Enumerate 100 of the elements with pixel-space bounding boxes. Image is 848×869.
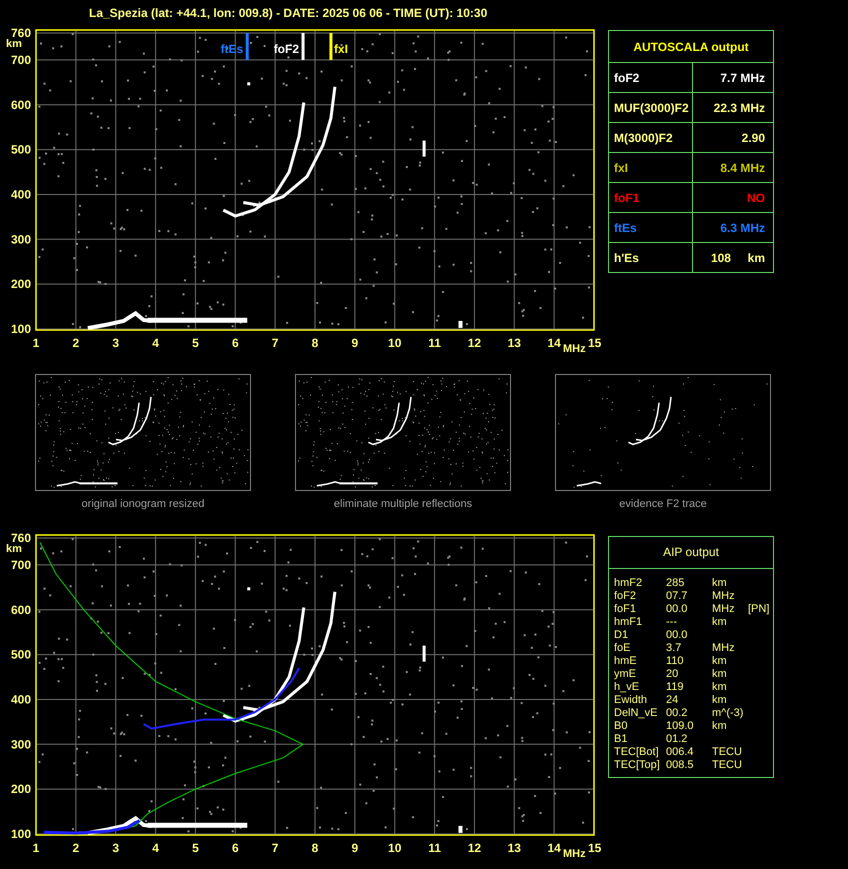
parameter-unit: MHz	[712, 590, 736, 602]
parameter-value: 110	[666, 654, 685, 668]
parameter-unit: MHz	[712, 642, 736, 654]
parameter-name: B0	[614, 720, 628, 732]
parameter-value: 3.7	[666, 642, 682, 654]
parameter-name: foF2	[614, 70, 640, 86]
axis-label: 760	[10, 26, 31, 40]
parameter-value: 6.3 MHz	[720, 220, 765, 236]
parameter-unit: TECU	[712, 746, 743, 758]
parameter-value: 01.2	[666, 732, 688, 746]
parameter-name: TEC[Top]	[614, 758, 661, 772]
table-title: AUTOSCALA output	[633, 38, 749, 56]
axis-label: 11	[428, 336, 441, 350]
parameter-unit: km	[712, 668, 728, 680]
axis-label: 300	[10, 232, 31, 246]
axis-label: 700	[10, 52, 31, 67]
parameter-value: 2.90	[742, 130, 765, 146]
axis-label: 12	[468, 840, 482, 854]
parameter-value: 00.0	[666, 628, 688, 642]
parameter-unit: TECU	[712, 758, 743, 772]
axis-label: 100	[10, 322, 31, 336]
parameter-name: ftEs	[614, 220, 637, 236]
thumbnail-caption: original ionogram resized	[82, 497, 204, 512]
parameter-unit: km	[712, 616, 728, 628]
axis-label: 100	[10, 826, 31, 840]
axis-label: 11	[428, 840, 441, 854]
parameter-value: 24	[666, 694, 680, 706]
parameter-name: hmE	[614, 654, 638, 668]
marker-label: ftEs	[220, 42, 244, 56]
axis-label: 12	[468, 336, 482, 350]
parameter-unit: MHz	[712, 602, 736, 616]
parameter-value: 109.0	[666, 720, 695, 732]
axis-label: 2	[72, 336, 80, 350]
axis-label: 300	[10, 736, 31, 751]
parameter-value: 006.4	[666, 746, 695, 758]
parameter-value: 119	[666, 680, 685, 694]
axis-label: 200	[10, 782, 31, 796]
parameter-value: 00.0	[666, 602, 688, 616]
parameter-value: 7.7 MHz	[720, 70, 765, 86]
parameter-note: [PN]	[748, 602, 770, 616]
axis-label: 5	[192, 840, 199, 854]
axis-label: 4	[152, 840, 159, 854]
parameter-name: D1	[614, 628, 630, 642]
parameter-name: DelN_vE	[614, 706, 658, 720]
parameter-value: 008.5	[666, 758, 695, 772]
axis-label: 2	[72, 840, 80, 854]
parameter-value: 00.2	[666, 706, 688, 720]
parameter-name: fxI	[614, 160, 628, 176]
axis-label: 10	[388, 840, 402, 854]
axis-label: 400	[10, 187, 31, 202]
axis-label: 600	[10, 602, 31, 616]
axis-label: 400	[10, 692, 31, 706]
parameter-name: Ewidth	[614, 694, 648, 706]
parameter-unit: km	[712, 654, 728, 668]
parameter-name: hmF2	[614, 576, 644, 590]
parameter-name: ymE	[614, 668, 637, 680]
parameter-unit: m^(-3)	[712, 706, 744, 720]
axis-label: 700	[10, 557, 31, 572]
axis-label: 3	[112, 336, 120, 350]
axis-label: 8	[312, 336, 318, 350]
axis-label: 13	[508, 336, 521, 350]
axis-label: 13	[508, 840, 521, 854]
axis-label: 1	[32, 840, 40, 854]
axis-unit: km	[6, 38, 22, 50]
parameter-name: h'Es	[614, 250, 639, 266]
axis-label: 7	[272, 336, 278, 350]
axis-label: 10	[388, 336, 402, 350]
thumbnail-caption: eliminate multiple reflections	[334, 497, 472, 512]
parameter-value: 07.7	[666, 590, 688, 602]
axis-label: 14	[547, 336, 561, 350]
parameter-value: 285	[666, 576, 686, 590]
axis-label: 6	[232, 840, 239, 854]
parameter-name: h_vE	[614, 680, 640, 694]
parameter-name: hmF1	[614, 616, 644, 628]
parameter-unit: km	[712, 720, 728, 732]
panel-title: AIP output	[663, 544, 719, 561]
parameter-name: M(3000)F2	[614, 130, 673, 146]
parameter-name: TEC[Bot]	[614, 746, 660, 758]
parameter-name: foF2	[614, 590, 638, 602]
parameter-value: 22.3 MHz	[714, 100, 765, 116]
axis-label: 600	[10, 98, 31, 112]
parameter-value: 8.4 MHz	[720, 160, 765, 176]
axis-label: 9	[352, 336, 358, 350]
axis-label: 4	[152, 336, 159, 350]
axis-label: 5	[192, 336, 199, 350]
axis-label: 3	[112, 840, 120, 854]
axis-label: 14	[547, 840, 561, 854]
parameter-value: NO	[747, 190, 765, 206]
axis-label: 500	[10, 142, 31, 157]
axis-label: 1	[32, 336, 40, 350]
parameter-value: 20	[666, 668, 680, 680]
axis-label: 6	[232, 336, 239, 350]
parameter-unit: km	[712, 576, 728, 590]
axis-unit: km	[6, 542, 22, 554]
parameter-unit: km	[712, 694, 728, 706]
marker-label: fxI	[334, 42, 348, 56]
parameter-name: foF1	[614, 602, 638, 616]
axis-unit: MHz	[563, 848, 586, 860]
parameter-name: foF1	[614, 190, 640, 206]
axis-unit: MHz	[563, 343, 586, 355]
